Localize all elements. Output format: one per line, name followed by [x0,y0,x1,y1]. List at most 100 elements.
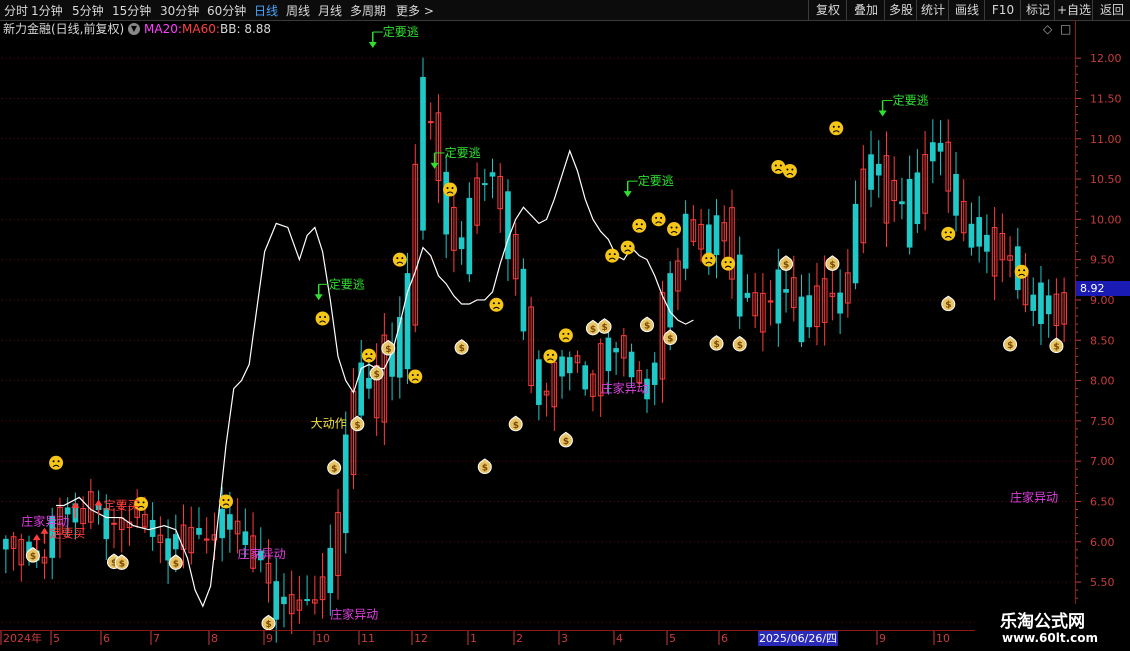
sad-face-icon [1014,264,1029,279]
money-bag-symbol: $ [667,335,673,345]
sad-face-eye [832,125,835,128]
candle-body [566,357,573,374]
sad-face-icon [49,455,64,470]
money-bag-tie [384,339,392,343]
escape-label: 定要逃 [445,145,481,160]
candle-body [976,217,982,247]
candle-body [736,254,743,317]
money-bag-symbol: $ [266,620,272,630]
candle-body [953,173,959,216]
candle-body [837,292,843,314]
money-bag-symbol: $ [354,421,360,431]
sad-face-eye [370,353,373,356]
money-bag-tie [713,335,720,339]
money-bag-symbol: $ [602,323,608,333]
sad-face-eye [562,332,565,335]
money-bag-tie [562,431,570,435]
sad-face-eye [497,302,500,305]
candle-body [559,356,565,377]
candle-body [930,142,936,162]
money-bag-tie [1053,337,1060,341]
watermark-site-name: 乐淘公式网 [1000,612,1085,632]
candle-body [628,351,635,378]
sad-face-eye [546,353,549,356]
money-bag-tie [265,614,272,618]
money-bag-symbol: $ [563,437,569,447]
candle-body [682,213,689,269]
money-bag-tie [172,554,180,558]
escape-arrow-icon [878,110,887,117]
money-bag-symbol: $ [513,421,519,431]
candle-body [852,203,859,284]
escape-arrow-icon [623,191,632,198]
candle-body [481,183,488,186]
sad-face-eye [624,245,627,248]
money-bag-tie [330,459,338,463]
escape-arrow-icon [314,294,323,301]
sad-face-icon [443,182,458,197]
escape-arrow-icon [368,42,377,49]
sad-face-eye [613,253,616,256]
money-bag-symbol: $ [1053,343,1059,353]
candle-body [466,197,473,275]
sad-face-eye [396,257,399,260]
money-bag-tie [589,319,597,323]
zhuang-label: 庄家异动 [21,514,69,529]
candle-body [968,223,975,248]
dadongzuo-label: 大动作 [311,416,347,430]
candle-body [651,362,658,385]
sad-face-eye [142,501,145,504]
sad-face-eye [451,187,454,190]
candle-body [899,201,905,205]
candle-body [875,163,882,176]
money-bag-tie [118,554,126,558]
money-bag-tie [944,295,952,299]
candle-body [783,289,789,293]
money-bag-symbol: $ [714,340,720,350]
escape-label: 定要逃 [329,276,365,291]
candle-body [798,296,805,343]
money-bag-symbol: $ [385,345,391,355]
watermark: 乐淘公式网 www.60lt.com [975,604,1130,650]
sad-face-eye [729,261,732,264]
money-bag-tie [110,553,118,557]
sad-face-eye [608,253,611,256]
candle-body [806,295,813,328]
sad-face-eye [57,460,60,463]
current-price-tag: 8.92 [1076,281,1130,296]
sad-face-icon [558,328,573,343]
sad-face-eye [629,245,632,248]
money-bag-tie [736,335,743,339]
sad-face-icon [543,349,558,364]
money-bag-symbol: $ [1007,341,1013,351]
escape-label: 定要逃 [383,24,419,39]
sad-face-icon [408,369,423,384]
watermark-url: www.60lt.com [1002,631,1099,645]
candle-body [420,76,426,231]
money-bag-tie [458,339,465,343]
money-bag-symbol: $ [783,260,789,270]
sad-face-eye [949,231,952,234]
buy-arrow-icon [94,499,103,506]
money-bag-tie [601,318,608,322]
money-bag-tie [782,255,790,259]
candle-body [1045,295,1052,315]
candle-body [713,215,720,256]
candle-body [358,362,365,416]
sad-face-icon [667,222,682,237]
sad-face-eye [567,332,570,335]
sad-face-icon [721,256,736,271]
sad-face-eye [416,374,419,377]
candle-body [103,508,110,540]
sad-face-eye [944,231,947,234]
sad-face-icon [489,297,504,312]
money-bag-tie [829,255,836,259]
escape-arrow-icon [430,162,439,169]
sad-face-eye [222,498,225,501]
candle-body [443,171,449,235]
money-bag-symbol: $ [30,552,36,562]
sad-face-eye [655,216,658,219]
price-chart: 12.0011.5011.0010.5010.009.509.008.508.0… [0,24,1122,645]
candle-body [427,121,434,124]
money-bag-symbol: $ [644,322,650,332]
